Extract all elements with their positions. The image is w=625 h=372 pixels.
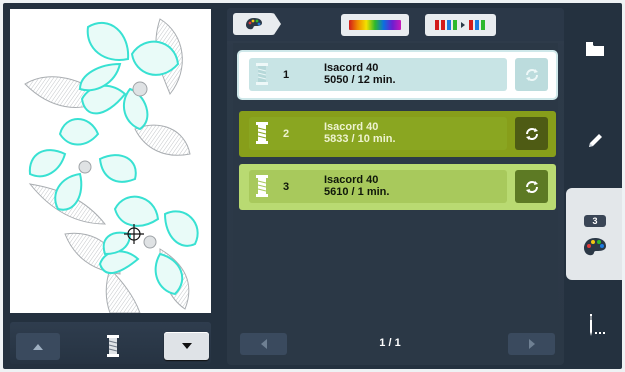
thread-row-2[interactable]: 2 Isacord 40 5833 / 10 min.	[239, 111, 556, 157]
palette-icon	[583, 238, 606, 256]
scroll-up-button[interactable]	[16, 333, 60, 360]
change-color-button[interactable]	[515, 170, 548, 203]
page-indicator: 1 / 1	[379, 337, 401, 349]
thread-sort-icon	[434, 20, 485, 30]
scroll-down-button[interactable]	[164, 332, 209, 360]
thread-spool-icon	[256, 122, 268, 144]
arrow-right-icon	[528, 339, 535, 349]
thread-brand: Isacord 40	[324, 121, 379, 133]
color-chart-button[interactable]	[341, 14, 409, 36]
refresh-icon	[525, 180, 538, 193]
thread-row-1[interactable]: 1 Isacord 40 5050 / 12 min.	[239, 52, 556, 98]
arrow-up-icon	[33, 343, 43, 350]
thread-sort-button[interactable]	[425, 14, 496, 36]
thread-row-3[interactable]: 3 Isacord 40 5610 / 1 min.	[239, 164, 556, 210]
next-page-button[interactable]	[508, 333, 555, 355]
thread-index: 1	[283, 69, 290, 81]
refresh-icon	[525, 127, 538, 140]
embroidery-preview[interactable]	[10, 9, 211, 313]
refresh-icon	[525, 68, 538, 81]
rail-needle-button[interactable]	[568, 296, 621, 354]
thread-spool-icon	[256, 175, 268, 197]
rainbow-color-bar-icon	[349, 20, 401, 30]
pencil-icon	[588, 134, 602, 147]
rail-edit-button[interactable]	[568, 112, 621, 170]
arrow-down-icon	[181, 343, 192, 349]
thread-index: 2	[283, 128, 290, 140]
change-color-button[interactable]	[515, 117, 548, 150]
thread-brand: Isacord 40	[324, 174, 379, 186]
palette-icon	[246, 18, 262, 30]
thread-spool-icon	[256, 63, 268, 85]
thread-spool-icon	[106, 335, 120, 357]
previous-page-button[interactable]	[240, 333, 287, 355]
embroidery-design	[24, 18, 199, 313]
thread-detail: 5050 / 12 min.	[324, 74, 396, 86]
folder-icon	[585, 42, 604, 56]
arrow-left-icon	[260, 339, 267, 349]
thread-brand: Isacord 40	[324, 62, 379, 74]
thread-detail: 5833 / 10 min.	[324, 133, 396, 145]
rail-color-button[interactable]	[568, 218, 621, 276]
change-color-button[interactable]	[515, 58, 548, 91]
palette-tab[interactable]	[233, 13, 281, 35]
needle-threader-icon	[589, 314, 605, 336]
thread-index: 3	[283, 181, 290, 193]
rail-folder-button[interactable]	[568, 20, 621, 78]
thread-detail: 5610 / 1 min.	[324, 186, 390, 198]
